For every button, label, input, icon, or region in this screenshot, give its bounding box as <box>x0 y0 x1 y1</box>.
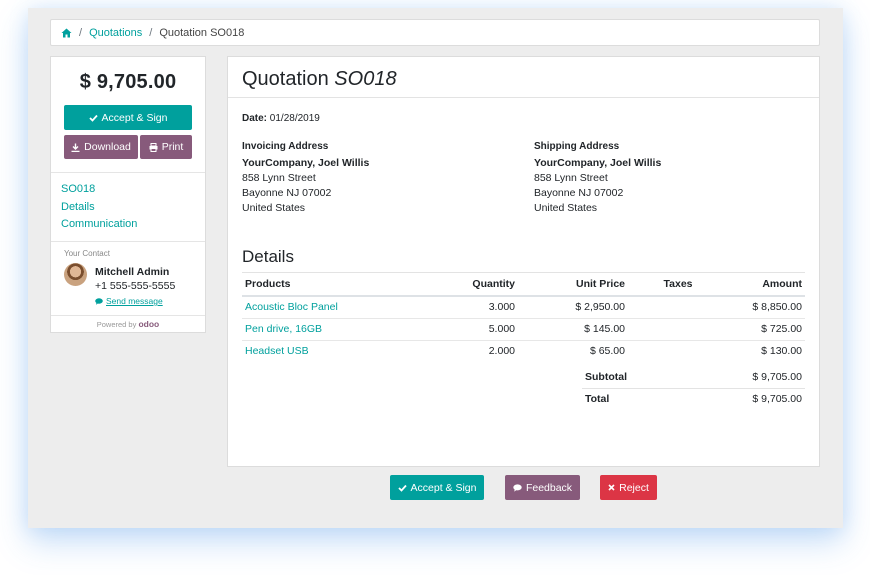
line-unit-price: $ 2,950.00 <box>518 296 628 319</box>
download-label: Download <box>84 141 131 153</box>
powered-by: Powered by odoo <box>51 319 205 329</box>
sidebar-accept-sign-button[interactable]: Accept & Sign <box>64 105 192 130</box>
line-amount: $ 130.00 <box>761 345 802 357</box>
shipping-address-heading: Shipping Address <box>534 141 620 152</box>
invoicing-street: 858 Lynn Street <box>242 172 316 184</box>
date-value: 01/28/2019 <box>269 113 320 124</box>
send-message-label: Send message <box>106 296 163 306</box>
line-amount: $ 8,850.00 <box>728 296 805 319</box>
breadcrumb: / Quotations / Quotation SO018 <box>50 19 820 46</box>
shipping-name: YourCompany, Joel Willis <box>534 157 662 169</box>
line-product[interactable]: Headset USB <box>242 341 402 363</box>
table-header-row: Products Quantity Unit Price Taxes Amoun… <box>242 272 805 297</box>
line-taxes <box>628 296 728 319</box>
line-taxes <box>628 341 728 363</box>
divider <box>51 315 205 316</box>
sidebar-nav-so018[interactable]: SO018 <box>61 181 137 199</box>
column-header-unit-price: Unit Price <box>518 272 628 297</box>
accept-sign-button[interactable]: Accept & Sign <box>390 475 484 500</box>
title-prefix: Quotation <box>242 68 329 90</box>
odoo-logo: odoo <box>138 319 160 329</box>
print-label: Print <box>161 141 184 153</box>
totals-table: Subtotal $ 9,705.00 Total $ 9,705.00 <box>582 367 805 409</box>
subtotal-row: Subtotal $ 9,705.00 <box>582 367 805 389</box>
subtotal-value: $ 9,705.00 <box>685 367 805 389</box>
title-number: SO018 <box>334 68 397 90</box>
shipping-address: Shipping Address YourCompany, Joel Willi… <box>534 139 661 216</box>
table-row: Pen drive, 16GB 5.000 $ 145.00 $ 725.00 <box>242 318 805 341</box>
comment-icon <box>95 297 103 305</box>
line-quantity: 2.000 <box>488 345 515 357</box>
column-header-quantity: Quantity <box>402 272 518 297</box>
shipping-country: United States <box>534 202 598 214</box>
subtotal-label: Subtotal <box>582 367 686 389</box>
line-unit-price: $ 145.00 <box>518 318 628 341</box>
table-row: Acoustic Bloc Panel 3.000 $ 2,950.00 $ 8… <box>242 296 805 319</box>
divider <box>51 241 205 242</box>
sidebar-nav-communication[interactable]: Communication <box>61 216 137 234</box>
download-icon <box>71 143 80 152</box>
send-message-link[interactable]: Send message <box>95 296 163 306</box>
check-icon <box>397 484 407 492</box>
line-unit-price: $ 65.00 <box>589 345 625 357</box>
accept-sign-label: Accept & Sign <box>101 111 168 124</box>
powered-by-label: Powered by <box>96 320 137 329</box>
divider <box>51 172 205 173</box>
invoicing-address-heading: Invoicing Address <box>242 141 329 152</box>
check-icon <box>88 114 98 122</box>
invoicing-name: YourCompany, Joel Willis <box>242 157 370 169</box>
sidebar-total-amount: $ 9,705.00 <box>79 71 177 93</box>
reject-label: Reject <box>619 481 649 494</box>
table-row: Headset USB 2.000 $ 65.00 $ 130.00 <box>242 341 805 363</box>
quotation-document: Quotation SO018 Date: 01/28/2019 Invoici… <box>227 56 820 467</box>
invoicing-city: Bayonne NJ 07002 <box>242 187 332 199</box>
shipping-city: Bayonne NJ 07002 <box>534 187 624 199</box>
line-taxes <box>628 318 728 341</box>
page-title: Quotation SO018 <box>242 68 397 91</box>
comment-icon <box>513 483 522 492</box>
invoicing-address: Invoicing Address YourCompany, Joel Will… <box>242 139 369 216</box>
print-button[interactable]: Print <box>140 135 192 159</box>
divider <box>228 97 819 98</box>
column-header-products: Products <box>242 272 402 297</box>
contact-phone: +1 555-555-5555 <box>95 280 176 292</box>
line-amount: $ 725.00 <box>728 318 805 341</box>
line-quantity: 3.000 <box>402 296 518 319</box>
shipping-street: 858 Lynn Street <box>534 172 608 184</box>
breadcrumb-current: Quotation SO018 <box>159 26 245 39</box>
details-heading: Details <box>242 247 294 266</box>
total-label: Total <box>585 392 610 405</box>
order-lines-table: Products Quantity Unit Price Taxes Amoun… <box>242 272 805 362</box>
reject-button[interactable]: Reject <box>600 475 657 500</box>
breadcrumb-separator: / <box>79 26 83 39</box>
feedback-label: Feedback <box>525 481 573 494</box>
date-label: Date: <box>242 113 268 124</box>
total-value: $ 9,705.00 <box>752 392 802 405</box>
home-icon[interactable] <box>61 28 72 38</box>
line-quantity: 5.000 <box>402 318 518 341</box>
line-product[interactable]: Pen drive, 16GB <box>242 318 402 341</box>
portal-page: / Quotations / Quotation SO018 $ 9,705.0… <box>28 8 843 528</box>
contact-name: Mitchell Admin <box>95 266 170 278</box>
breadcrumb-quotations-link[interactable]: Quotations <box>89 27 142 39</box>
total-row: Total $ 9,705.00 <box>582 388 805 409</box>
quotation-date: Date: 01/28/2019 <box>242 113 320 124</box>
feedback-button[interactable]: Feedback <box>505 475 580 500</box>
column-header-amount: Amount <box>728 272 805 297</box>
accept-sign-label: Accept & Sign <box>410 481 477 494</box>
sidebar-nav-details[interactable]: Details <box>61 199 137 217</box>
invoicing-country: United States <box>242 202 306 214</box>
column-header-taxes: Taxes <box>628 272 728 297</box>
download-button[interactable]: Download <box>64 135 138 159</box>
line-product[interactable]: Acoustic Bloc Panel <box>242 296 402 319</box>
print-icon <box>149 142 158 152</box>
breadcrumb-separator: / <box>149 26 153 39</box>
sidebar-nav: SO018 Details Communication <box>61 181 137 234</box>
contact-label: Your Contact <box>64 249 110 258</box>
close-icon <box>608 484 615 491</box>
sidebar: $ 9,705.00 Accept & Sign Download Print … <box>50 56 206 333</box>
avatar <box>64 263 87 286</box>
